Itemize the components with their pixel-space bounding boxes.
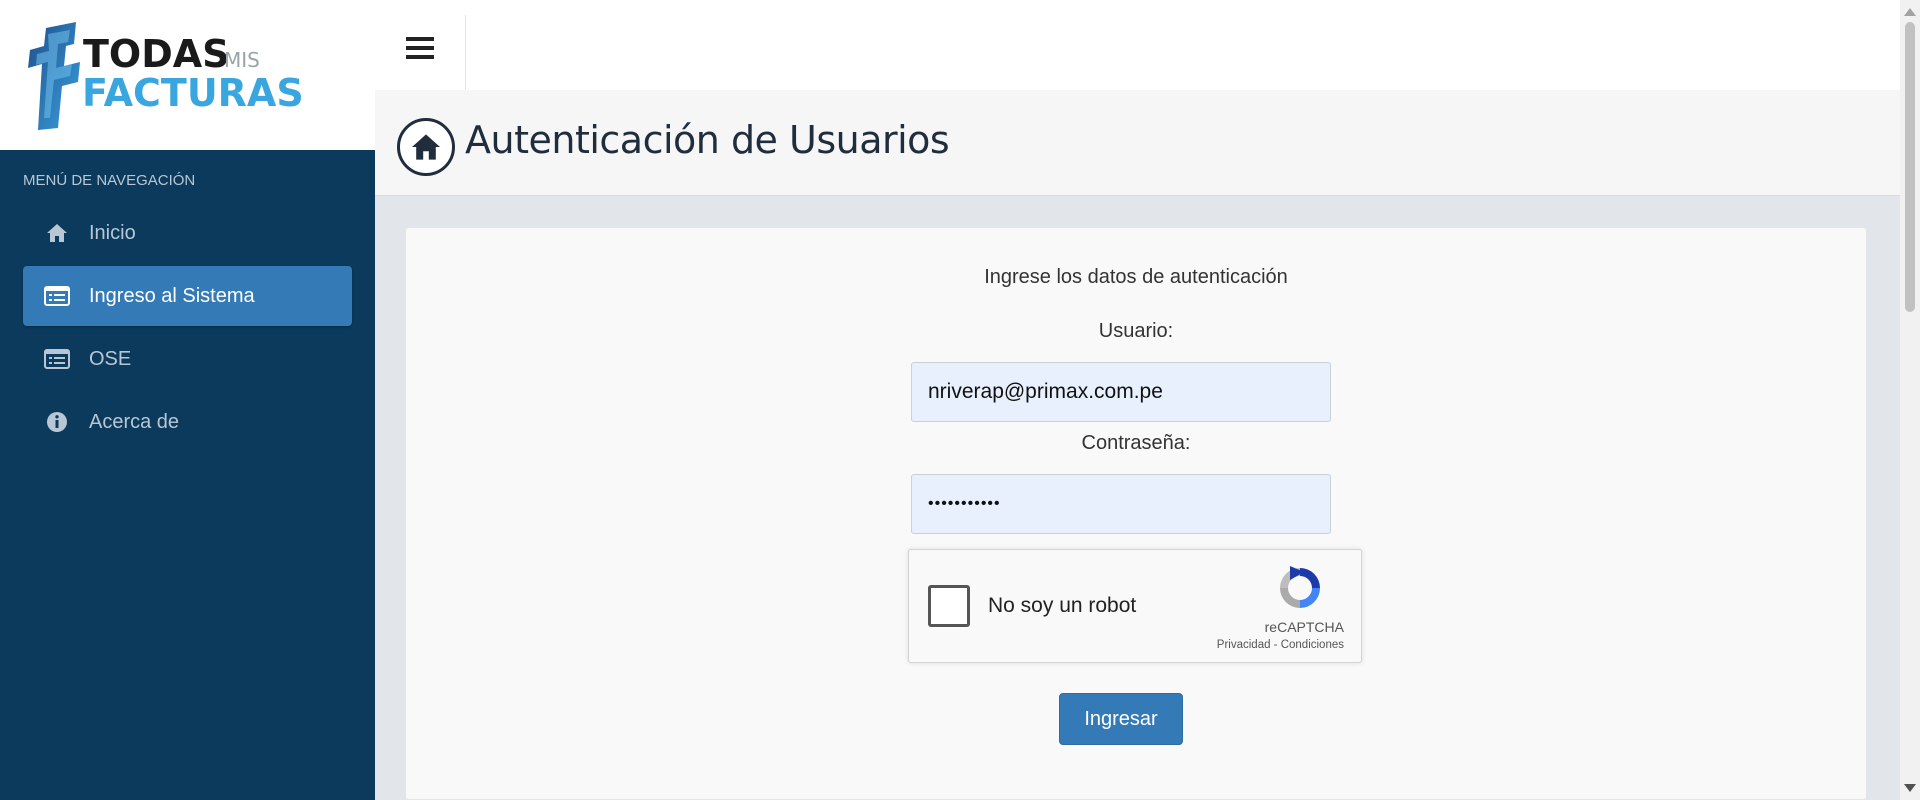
svg-text:MIS: MIS bbox=[224, 48, 260, 72]
brand-logo[interactable]: TODAS MIS FACTURAS bbox=[0, 0, 375, 150]
sidebar-toggle-button[interactable] bbox=[375, 15, 466, 90]
info-circle-icon bbox=[43, 408, 71, 436]
sidebar: TODAS MIS FACTURAS MENÚ DE NAVEGACIÓN In… bbox=[0, 0, 375, 800]
todas-mis-facturas-logo: TODAS MIS FACTURAS bbox=[28, 22, 304, 130]
login-card: Ingrese los datos de autenticación Usuar… bbox=[405, 227, 1867, 800]
user-label: Usuario: bbox=[1098, 320, 1174, 342]
scroll-thumb[interactable] bbox=[1905, 22, 1915, 312]
sidebar-item-acerca[interactable]: Acerca de bbox=[23, 392, 352, 452]
recaptcha-checkbox[interactable] bbox=[928, 585, 970, 627]
scroll-down-icon[interactable] bbox=[1904, 784, 1916, 792]
sidebar-item-label: Ingreso al Sistema bbox=[89, 284, 255, 307]
hamburger-icon bbox=[406, 36, 434, 59]
scroll-up-icon[interactable] bbox=[1904, 8, 1916, 16]
sidebar-item-inicio[interactable]: Inicio bbox=[23, 203, 352, 263]
page-header: Autenticación de Usuarios bbox=[375, 90, 1900, 196]
password-label: Contraseña: bbox=[1081, 432, 1191, 454]
sidebar-item-ose[interactable]: OSE bbox=[23, 329, 352, 389]
svg-text:FACTURAS: FACTURAS bbox=[82, 71, 304, 115]
svg-text:TODAS: TODAS bbox=[83, 32, 230, 76]
nav-header: MENÚ DE NAVEGACIÓN bbox=[23, 172, 196, 189]
recaptcha-widget: No soy un robot reCAPTCHA Privacidad - C… bbox=[908, 549, 1362, 663]
login-intro: Ingrese los datos de autenticación bbox=[984, 266, 1288, 288]
sidebar-item-ingreso[interactable]: Ingreso al Sistema bbox=[23, 266, 352, 326]
recaptcha-links[interactable]: Privacidad - Condiciones bbox=[1217, 639, 1344, 651]
sidebar-item-label: Acerca de bbox=[89, 410, 180, 433]
list-icon bbox=[43, 282, 71, 310]
recaptcha-label: No soy un robot bbox=[988, 594, 1137, 617]
recaptcha-brand: reCAPTCHA bbox=[1264, 619, 1344, 635]
ingresar-button[interactable]: Ingresar bbox=[1059, 693, 1183, 745]
page-scrollbar[interactable] bbox=[1900, 0, 1920, 800]
page-title: Autenticación de Usuarios bbox=[465, 118, 950, 162]
sidebar-item-label: OSE bbox=[89, 347, 132, 370]
recaptcha-logo-icon bbox=[1280, 566, 1320, 608]
home-icon bbox=[43, 219, 71, 247]
home-icon bbox=[397, 118, 455, 176]
list-icon bbox=[43, 345, 71, 373]
password-field[interactable]: ••••••••••• bbox=[911, 474, 1331, 534]
user-field[interactable]: nriverap@primax.com.pe bbox=[911, 362, 1331, 422]
sidebar-item-label: Inicio bbox=[89, 221, 136, 244]
top-navbar bbox=[375, 0, 1900, 90]
